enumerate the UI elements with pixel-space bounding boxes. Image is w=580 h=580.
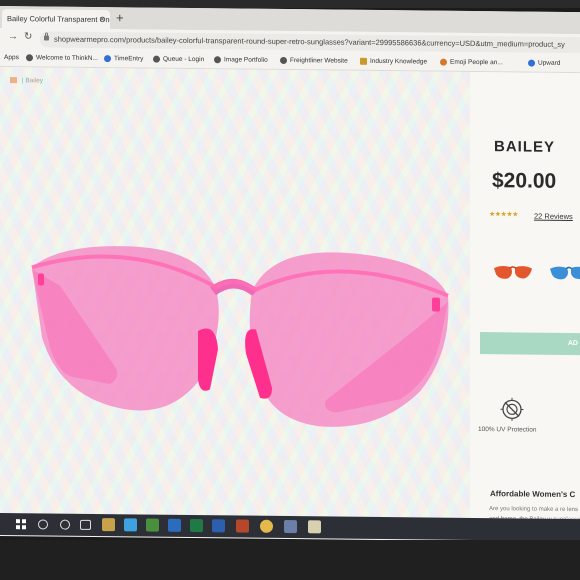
home-icon[interactable] xyxy=(10,77,17,84)
globe-icon xyxy=(153,55,160,63)
address-bar[interactable]: shopwearmepro.com/products/bailey-colorf… xyxy=(40,31,580,54)
uv-protection-label: 100% UV Protection xyxy=(478,426,537,434)
product-price: $20.00 xyxy=(492,169,557,193)
bookmark-label: Image Portfolio xyxy=(224,56,268,64)
browser-window: Bailey Colorful Transparent One × + → ↻ … xyxy=(0,6,580,543)
app-icon[interactable] xyxy=(260,519,273,533)
bookmark-label: Freightliner Website xyxy=(290,57,348,65)
reviews-link[interactable]: 22 Reviews xyxy=(534,212,573,221)
app-icon[interactable] xyxy=(308,520,321,534)
bookmark-freightliner[interactable]: Freightliner Website xyxy=(280,55,348,68)
excel-icon[interactable] xyxy=(190,518,203,533)
bookmark-queue[interactable]: Queue - Login xyxy=(153,54,204,67)
reload-icon[interactable]: ↻ xyxy=(24,31,32,42)
tab-title: Bailey Colorful Transparent One xyxy=(7,14,110,25)
uv-protection-icon xyxy=(500,397,524,421)
browser-tab[interactable]: Bailey Colorful Transparent One × xyxy=(2,9,110,30)
breadcrumb-current: Bailey xyxy=(25,77,44,85)
color-swatch-blue[interactable] xyxy=(548,263,580,285)
bookmark-label: Queue - Login xyxy=(163,55,205,64)
bookmark-emoji[interactable]: Emoji People an... xyxy=(440,57,503,70)
lock-icon xyxy=(44,35,49,41)
bookmark-label: Emoji People an... xyxy=(450,58,503,67)
globe-icon xyxy=(214,56,221,64)
app-icon[interactable] xyxy=(284,519,297,534)
store-icon[interactable] xyxy=(124,518,137,532)
breadcrumb: | Bailey xyxy=(10,77,43,84)
globe-icon xyxy=(26,54,33,62)
url-text: shopwearmepro.com/products/bailey-colorf… xyxy=(54,34,565,49)
section-heading: Affordable Women's C xyxy=(490,489,576,500)
monitor-bezel-bottom xyxy=(0,540,580,580)
color-swatch-red[interactable] xyxy=(492,262,534,284)
rating-stars-icon: ★★★★★ xyxy=(489,211,518,219)
product-image-sunglasses[interactable] xyxy=(20,227,460,432)
folder-icon xyxy=(360,57,367,65)
tab-close-icon[interactable]: × xyxy=(100,10,105,29)
bookmark-industry[interactable]: Industry Knowledge xyxy=(360,56,427,69)
product-page: | Bailey BAILEY $20.00 ★★★★★ 22 Reviews … xyxy=(0,67,580,532)
truck-icon xyxy=(280,56,287,64)
bird-icon xyxy=(528,59,535,67)
bookmark-label: Upward xyxy=(538,59,561,67)
bookmark-upward[interactable]: Upward xyxy=(528,58,560,70)
bookmark-timeentry[interactable]: TimeEntry xyxy=(104,53,143,65)
windows-start-icon[interactable] xyxy=(16,519,26,530)
product-title: BAILEY xyxy=(494,138,556,156)
site-icon xyxy=(440,58,447,66)
bookmark-label: TimeEntry xyxy=(114,55,144,63)
word-icon[interactable] xyxy=(212,519,225,533)
file-explorer-icon[interactable] xyxy=(102,518,115,532)
bookmark-label: Welcome to ThinkN... xyxy=(36,54,98,63)
bookmark-image-portfolio[interactable]: Image Portfolio xyxy=(214,54,268,67)
apps-label: Apps xyxy=(4,54,19,62)
powerpoint-icon[interactable] xyxy=(236,519,249,533)
task-view-icon[interactable] xyxy=(80,519,91,530)
new-tab-button[interactable]: + xyxy=(116,9,124,27)
bookmark-label: Industry Knowledge xyxy=(370,57,428,66)
add-to-cart-button[interactable]: AD xyxy=(480,332,580,356)
site-icon xyxy=(104,54,111,62)
outlook-icon[interactable] xyxy=(168,518,181,532)
bookmark-apps[interactable]: Apps xyxy=(4,52,19,64)
forward-icon[interactable]: → xyxy=(8,31,18,42)
chrome-icon[interactable] xyxy=(146,518,159,532)
bookmark-thinkn[interactable]: Welcome to ThinkN... xyxy=(26,52,98,65)
cortana-icon[interactable] xyxy=(60,519,70,530)
search-icon[interactable] xyxy=(38,519,48,530)
